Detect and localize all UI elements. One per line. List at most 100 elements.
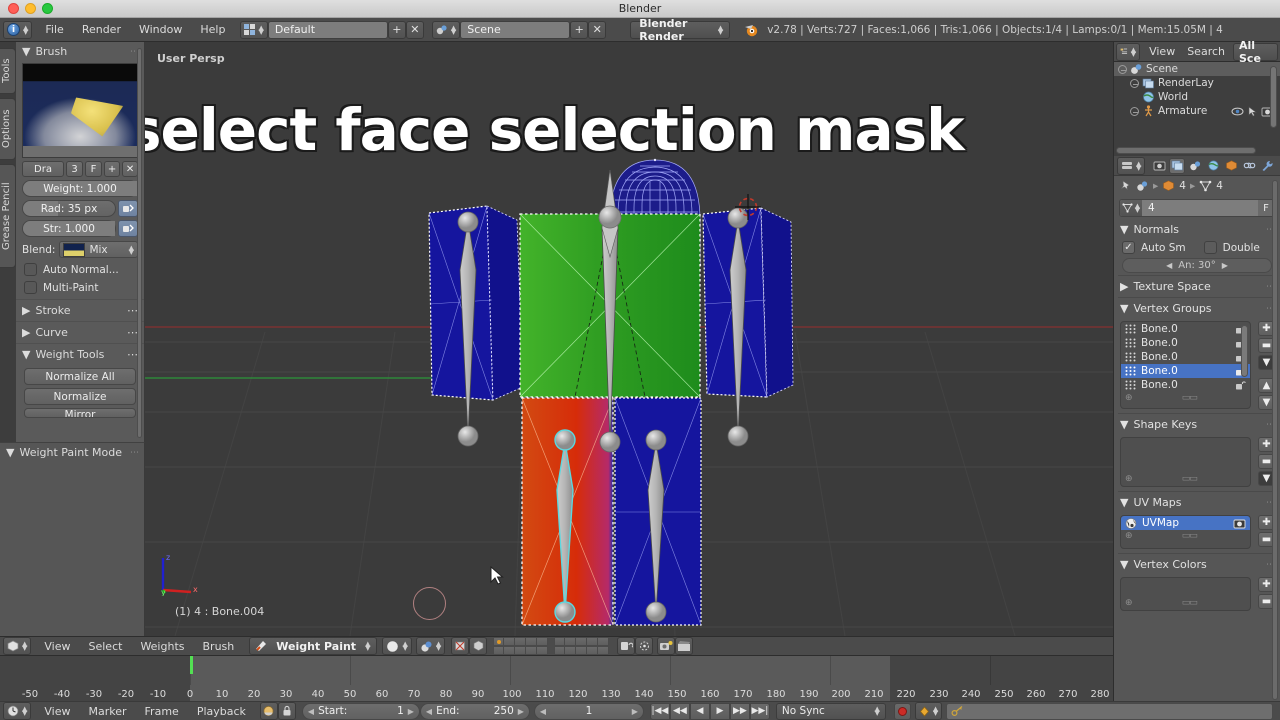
multi-paint-row[interactable]: Multi-Paint <box>24 281 136 294</box>
layer-button[interactable] <box>537 646 549 655</box>
delete-screen-layout-button[interactable]: ✕ <box>405 20 424 39</box>
list-item[interactable]: Bone.0 <box>1121 364 1250 378</box>
expand-list-icon[interactable]: ⊕ <box>1125 474 1133 484</box>
mesh-datablock-name[interactable]: 4 <box>1142 202 1258 214</box>
editor-type-3dview-button[interactable]: ▲ ▼ <box>3 637 32 655</box>
eye-icon[interactable] <box>1231 106 1244 117</box>
list-item[interactable]: Bone.0 <box>1121 350 1250 364</box>
only-selected-channels-toggle[interactable] <box>259 702 278 720</box>
timeline-ruler[interactable]: -50 -40 -30 -20 -10 0 10 20 30 40 50 60 … <box>0 656 1113 701</box>
new-brush-button[interactable]: + <box>104 161 120 177</box>
mesh-datablock-field[interactable]: ▲ ▼ 4 F <box>1119 199 1275 217</box>
pin-icon[interactable] <box>1120 180 1132 192</box>
curve-panel-header[interactable]: ▶ Curve ⋯ <box>16 321 144 343</box>
tab-modifiers[interactable] <box>1259 158 1275 174</box>
weight-paint-mode-header[interactable]: ▼ Weight Paint Mode ⋯ <box>0 443 144 462</box>
tab-world[interactable] <box>1205 158 1221 174</box>
layer-button[interactable] <box>598 646 610 655</box>
chevron-left-icon[interactable]: ◀ <box>1166 261 1172 270</box>
auto-keyframe-button[interactable] <box>893 702 911 720</box>
layer-button[interactable] <box>504 637 516 646</box>
delete-scene-button[interactable]: ✕ <box>588 20 607 39</box>
normalize-button[interactable]: Normalize <box>24 388 136 405</box>
scene-layers-block-2[interactable] <box>554 637 610 655</box>
shape-keys-list[interactable]: ⊕ ▭▭ <box>1120 437 1251 487</box>
active-keying-set-field[interactable] <box>946 702 1273 720</box>
tab-options[interactable]: Options <box>0 98 16 160</box>
scene-browse-button[interactable]: ▲ ▼ <box>431 20 461 39</box>
vp-menu-view[interactable]: View <box>35 638 79 655</box>
auto-normalize-row[interactable]: Auto Normal... <box>24 263 136 276</box>
radius-pressure-toggle[interactable] <box>118 200 138 217</box>
scene-layers-block-1[interactable] <box>493 637 549 655</box>
strength-pressure-toggle[interactable] <box>118 220 138 237</box>
auto-smooth-checkbox[interactable]: ✓ <box>1122 241 1135 254</box>
layer-button[interactable] <box>554 646 566 655</box>
outliner-horizontal-scrollbar[interactable] <box>1116 147 1256 154</box>
expand-toggle-icon[interactable] <box>1130 106 1139 116</box>
tl-menu-frame[interactable]: Frame <box>136 703 188 720</box>
mesh-datablock-browse-button[interactable]: ▲ ▼ <box>1120 200 1142 216</box>
chevron-left-icon[interactable]: ◀ <box>308 707 314 716</box>
editor-type-outliner-button[interactable]: ▲ ▼ <box>1116 42 1141 61</box>
outliner-row-renderlayers[interactable]: RenderLay <box>1114 76 1280 90</box>
menu-file[interactable]: File <box>36 21 72 38</box>
outliner-menu-search[interactable]: Search <box>1181 43 1231 60</box>
multi-paint-checkbox[interactable] <box>24 281 37 294</box>
brush-fake-user-button[interactable]: F <box>85 161 102 177</box>
render-animation-button[interactable] <box>675 637 694 655</box>
tab-render-layers[interactable] <box>1169 157 1186 174</box>
chevron-right-icon[interactable]: ▶ <box>518 707 524 716</box>
layer-button[interactable] <box>537 637 549 646</box>
pivot-point-dropdown[interactable]: ▲ ▼ <box>415 637 446 655</box>
auto-normalize-checkbox[interactable] <box>24 263 37 276</box>
viewport-shading-dropdown[interactable]: ▲ ▼ <box>382 637 412 655</box>
jump-to-start-button[interactable]: |◀◀ <box>649 702 670 720</box>
normalize-all-button[interactable]: Normalize All <box>24 368 136 385</box>
screen-layout-field[interactable]: Default <box>267 20 388 39</box>
play-button[interactable]: ▶ <box>709 702 730 720</box>
mirror-button[interactable]: Mirror <box>24 408 136 418</box>
strength-slider[interactable]: Str: 1.000 <box>22 220 116 237</box>
scene-name-field[interactable]: Scene <box>460 20 571 39</box>
menu-render[interactable]: Render <box>73 21 130 38</box>
weight-slider[interactable]: Weight: 1.000 <box>22 180 138 197</box>
layer-button[interactable] <box>526 646 538 655</box>
end-frame-field[interactable]: ◀ End: 250 ▶ <box>419 702 530 720</box>
cursor-select-icon[interactable] <box>1247 105 1258 117</box>
uv-maps-list[interactable]: UVMap ⊕ ▭▭ <box>1120 515 1251 549</box>
chevron-left-icon[interactable]: ◀ <box>426 707 432 716</box>
layer-button[interactable] <box>587 637 599 646</box>
lock-to-scene-button[interactable] <box>617 637 636 655</box>
render-engine-dropdown[interactable]: Blender Render ▲ ▼ <box>630 17 731 43</box>
layer-button[interactable] <box>515 637 527 646</box>
camera-icon[interactable] <box>1233 518 1246 529</box>
vp-menu-brush[interactable]: Brush <box>194 638 244 655</box>
list-item[interactable]: Bone.0 <box>1121 378 1250 392</box>
resize-grip-icon[interactable]: ▭▭ <box>1182 531 1198 541</box>
chevron-left-icon[interactable]: ◀ <box>540 707 546 716</box>
resize-grip-icon[interactable]: ▭▭ <box>1182 598 1198 608</box>
tab-tools[interactable]: Tools <box>0 48 16 94</box>
brush-name-field[interactable]: Dra <box>22 161 64 177</box>
editor-type-info-button[interactable]: i ▲ ▼ <box>3 20 33 39</box>
tab-render[interactable] <box>1151 158 1167 174</box>
keying-set-dropdown[interactable]: ▲ ▼ <box>914 702 943 720</box>
scene-icon[interactable] <box>1136 180 1149 192</box>
unlock-icon[interactable] <box>1235 380 1246 390</box>
tab-scene[interactable] <box>1187 158 1203 174</box>
uv-maps-panel-header[interactable]: ▼ UV Maps ⋯ <box>1114 493 1280 512</box>
timeline-editor[interactable]: -50 -40 -30 -20 -10 0 10 20 30 40 50 60 … <box>0 656 1280 720</box>
layer-button[interactable] <box>587 646 599 655</box>
unlink-brush-button[interactable]: ✕ <box>122 161 138 177</box>
tab-constraints[interactable] <box>1241 158 1257 174</box>
screen-layout-icon-button[interactable]: ▲ ▼ <box>240 20 268 39</box>
brush-panel-header[interactable]: ▼ Brush ⋯ <box>16 42 144 61</box>
vertex-groups-list[interactable]: Bone.0 Bone.0 Bone.0 Bone.0 Bone.0 ⊕ ▭▭ <box>1120 321 1251 409</box>
blend-mode-dropdown[interactable]: Mix ▲ ▼ <box>59 241 138 258</box>
collapse-toggle-icon[interactable] <box>1118 64 1127 74</box>
list-item[interactable]: UVMap <box>1121 516 1250 530</box>
layer-button[interactable] <box>598 637 610 646</box>
auto-smooth-angle-field[interactable]: ◀ An: 30° ▶ <box>1122 258 1272 273</box>
expand-list-icon[interactable]: ⊕ <box>1125 531 1133 541</box>
